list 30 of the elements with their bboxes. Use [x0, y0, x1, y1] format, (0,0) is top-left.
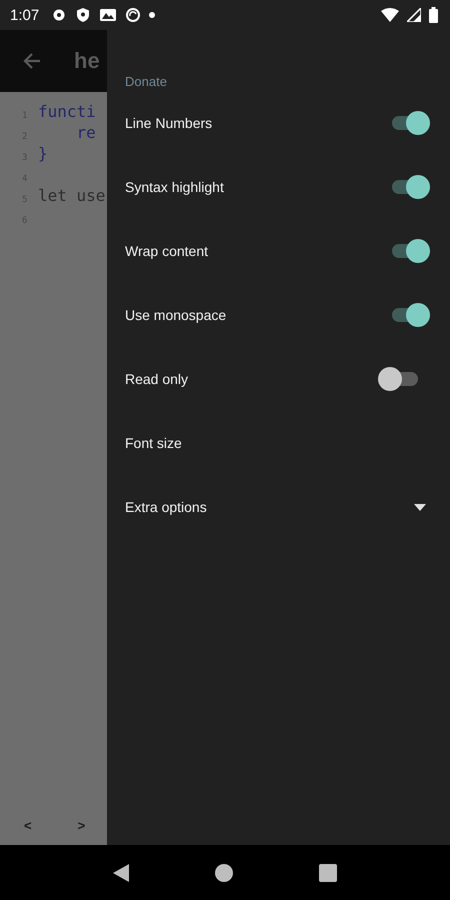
file-title: he — [74, 48, 100, 74]
shield-icon — [75, 7, 92, 23]
back-icon[interactable] — [113, 864, 129, 882]
signal-icon — [407, 8, 421, 22]
donate-link[interactable]: Donate — [125, 74, 167, 89]
wifi-icon — [381, 8, 399, 22]
home-icon[interactable] — [215, 864, 233, 882]
setting-label[interactable]: Use monospace — [125, 307, 226, 323]
recents-icon[interactable] — [319, 864, 337, 882]
toggle-switch[interactable] — [390, 239, 428, 263]
sync-icon — [125, 7, 142, 23]
setting-label[interactable]: Extra options — [125, 499, 207, 515]
toggle-switch[interactable] — [390, 111, 428, 135]
code-text: } — [38, 144, 48, 163]
toggle-switch[interactable] — [390, 175, 428, 199]
setting-label[interactable]: Wrap content — [125, 243, 208, 259]
battery-icon — [429, 7, 438, 23]
setting-label[interactable]: Font size — [125, 435, 182, 451]
dot-icon — [149, 12, 156, 18]
caret-icon[interactable] — [414, 504, 426, 510]
code-text: functi — [38, 102, 96, 121]
status-time: 1:07 — [10, 6, 40, 24]
setting-label[interactable]: Read only — [125, 371, 188, 387]
toggle-switch[interactable] — [390, 303, 428, 327]
code-text: let use — [38, 186, 106, 205]
code-text: re — [76, 123, 96, 142]
image-icon — [99, 7, 118, 23]
back-arrow-icon[interactable] — [22, 51, 42, 71]
setting-label[interactable]: Syntax highlight — [125, 179, 224, 195]
setting-label[interactable]: Line Numbers — [125, 115, 212, 131]
